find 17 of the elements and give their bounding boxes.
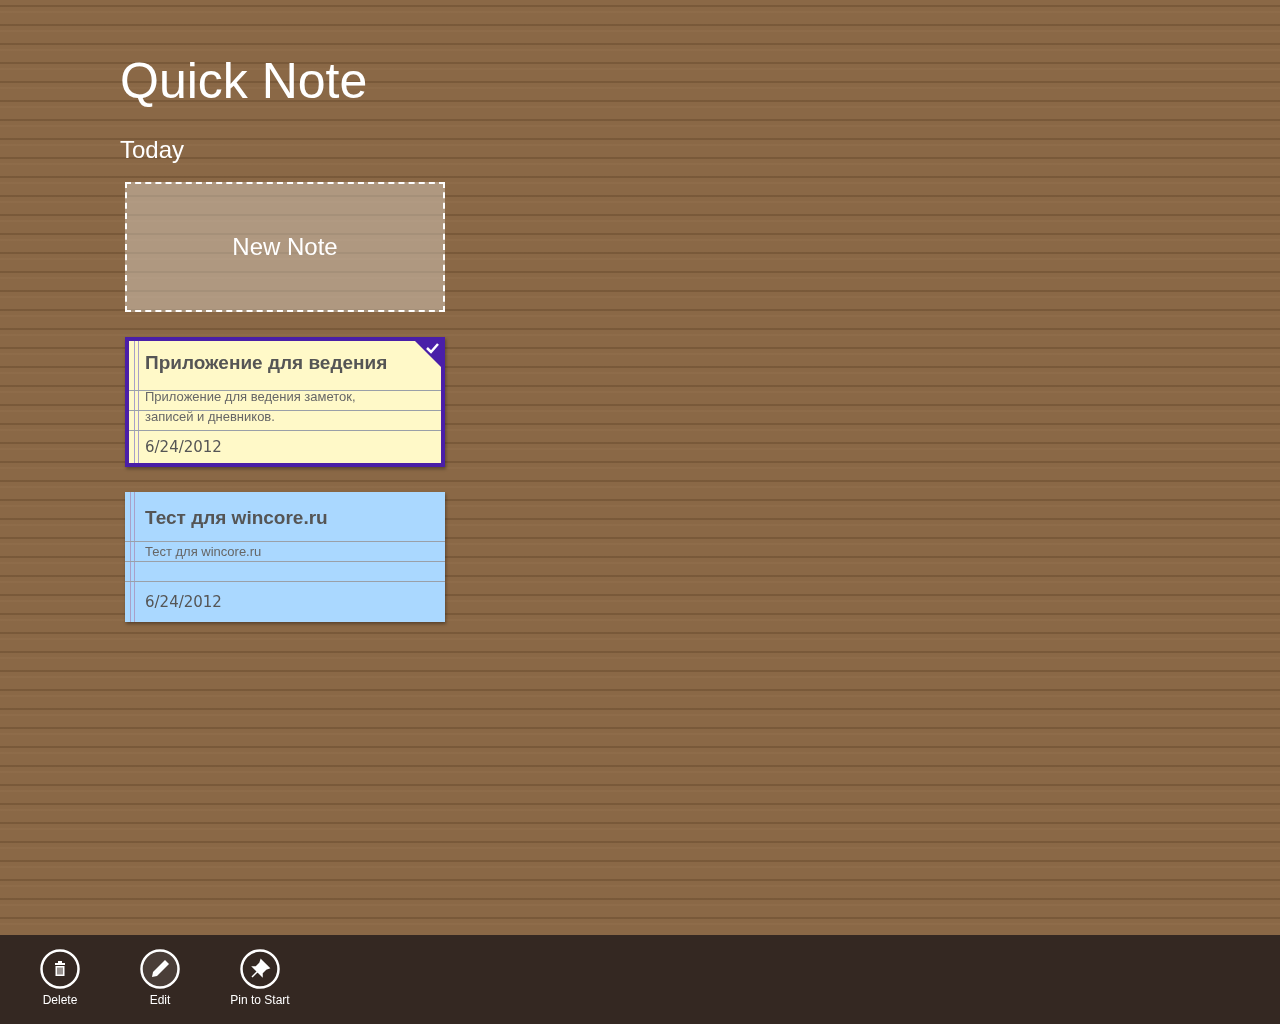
- note-title: Приложение для ведения: [145, 351, 388, 375]
- note-text: Тест для wincore.ru: [145, 543, 263, 561]
- note-card[interactable]: Приложение для ведения Приложение для ведения заметок, записей и дневников. 6/24/2012: [125, 337, 445, 467]
- note-date: 6/24/2012: [145, 592, 222, 612]
- group-header: Today: [120, 136, 185, 164]
- app-title: Quick Note: [120, 52, 368, 111]
- pencil-icon: [140, 949, 180, 989]
- trash-icon: [40, 949, 80, 989]
- app-bar-button[interactable]: Pin to Start: [210, 935, 310, 1007]
- note-date: 6/24/2012: [145, 437, 222, 457]
- note-title: Тест для wincore.ru: [145, 506, 328, 530]
- note-text: Приложение для ведения заметок, записей и дневников.: [145, 388, 357, 426]
- pushpin-icon: [240, 949, 280, 989]
- app-bar-button[interactable]: Delete: [10, 935, 110, 1007]
- selection-check-icon: [415, 341, 441, 367]
- app-bar-button[interactable]: Edit: [110, 935, 210, 1007]
- note-card[interactable]: Тест для wincore.ru Тест для wincore.ru 6/24/2012: [125, 492, 445, 622]
